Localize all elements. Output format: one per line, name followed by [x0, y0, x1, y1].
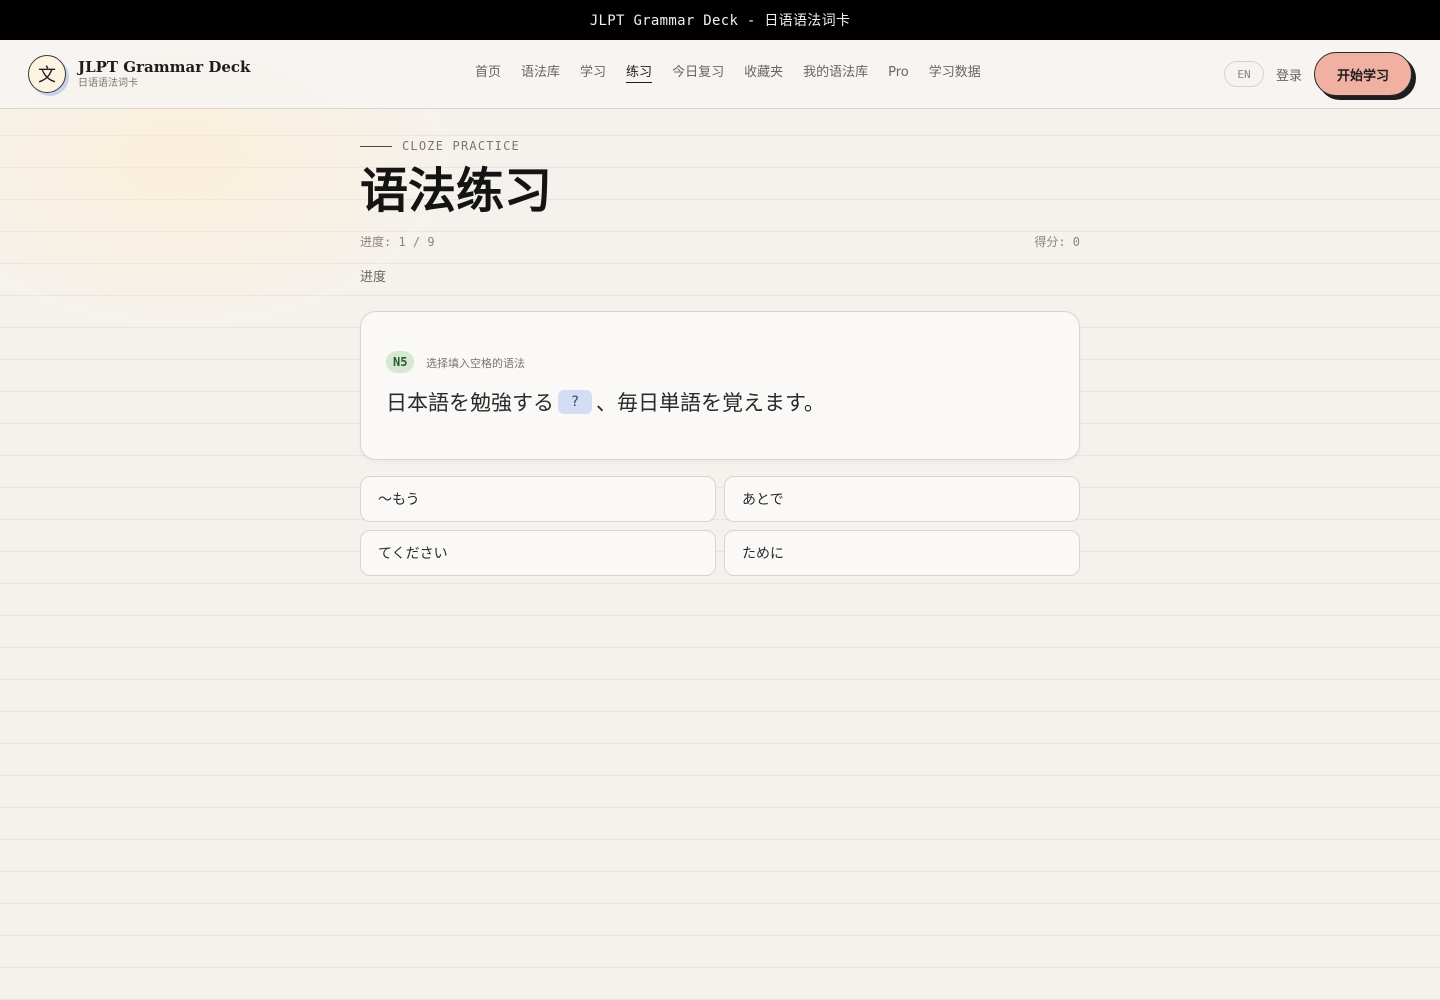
nav-item-label: 今日复习 — [672, 65, 725, 80]
main-nav: 首页 语法库 学习 练习 今日复习 收藏夹 我的语法库 Pro 学习数据 — [465, 64, 991, 86]
eyebrow-label: CLOZE PRACTICE — [402, 139, 520, 153]
nav-item-my-grammar-library[interactable]: 我的语法库 — [793, 64, 878, 86]
question-card: N5 选择填入空格的语法 日本語を勉強する ? 、毎日単語を覚えます。 — [360, 311, 1080, 460]
answer-option[interactable]: ～もう — [360, 476, 716, 522]
window-titlebar: JLPT Grammar Deck - 日语语法词卡 — [0, 0, 1440, 40]
nav-item-label: 学习数据 — [928, 65, 981, 80]
nav-item-practice[interactable]: 练习 — [616, 64, 662, 86]
nav-item-label: 我的语法库 — [803, 65, 869, 80]
answer-option[interactable]: あとで — [724, 476, 1080, 522]
brand-home-link[interactable]: 文 JLPT Grammar Deck 日语语法词卡 — [28, 55, 250, 93]
brand-logo-icon: 文 — [28, 55, 66, 93]
page-title: 语法练习 — [360, 163, 553, 219]
brand-text: JLPT Grammar Deck 日语语法词卡 — [78, 58, 250, 91]
question-instruction: 选择填入空格的语法 — [426, 357, 525, 370]
nav-item-today-review[interactable]: 今日复习 — [662, 64, 734, 86]
answer-options: ～もう あとで てください ために — [360, 476, 1080, 576]
login-link[interactable]: 登录 — [1276, 65, 1302, 84]
eyebrow: CLOZE PRACTICE — [360, 139, 520, 153]
nav-item-label: 首页 — [475, 65, 502, 80]
progress-label: 进度 — [360, 270, 387, 285]
progress-counter: 进度: 1 / 9 — [360, 235, 435, 249]
nav-item-study[interactable]: 学习 — [570, 64, 616, 86]
window-title: JLPT Grammar Deck - 日语语法词卡 — [589, 13, 851, 29]
nav-item-grammar-library[interactable]: 语法库 — [511, 64, 570, 86]
nav-item-label: 语法库 — [521, 65, 561, 80]
nav-item-label: 学习 — [580, 65, 607, 80]
nav-item-label: 练习 — [626, 65, 653, 83]
cloze-blank: ? — [558, 390, 592, 414]
level-badge: N5 — [386, 351, 415, 373]
brand-title: JLPT Grammar Deck — [78, 57, 251, 76]
nav-item-label: Pro — [888, 65, 909, 80]
eyebrow-divider — [360, 145, 392, 147]
language-toggle-button[interactable]: EN — [1224, 61, 1264, 87]
top-navbar: 文 JLPT Grammar Deck 日语语法词卡 首页 语法库 学习 练习 … — [0, 40, 1440, 109]
nav-item-home[interactable]: 首页 — [465, 64, 511, 86]
nav-item-favorites[interactable]: 收藏夹 — [734, 64, 793, 86]
sentence-before-blank: 日本語を勉強する — [386, 391, 554, 415]
score-counter: 得分: 0 — [1034, 235, 1080, 249]
answer-option[interactable]: ために — [724, 530, 1080, 576]
nav-item-pro[interactable]: Pro — [878, 64, 919, 86]
brand-subtitle: 日语语法词卡 — [78, 77, 138, 89]
nav-item-label: 收藏夹 — [744, 65, 784, 80]
start-learning-button[interactable]: 开始学习 — [1314, 52, 1412, 96]
sentence-after-blank: 、毎日単語を覚えます。 — [596, 391, 825, 415]
nav-item-study-data[interactable]: 学习数据 — [919, 64, 991, 86]
cloze-sentence: 日本語を勉強する ? 、毎日単語を覚えます。 — [386, 387, 825, 417]
answer-option[interactable]: てください — [360, 530, 716, 576]
